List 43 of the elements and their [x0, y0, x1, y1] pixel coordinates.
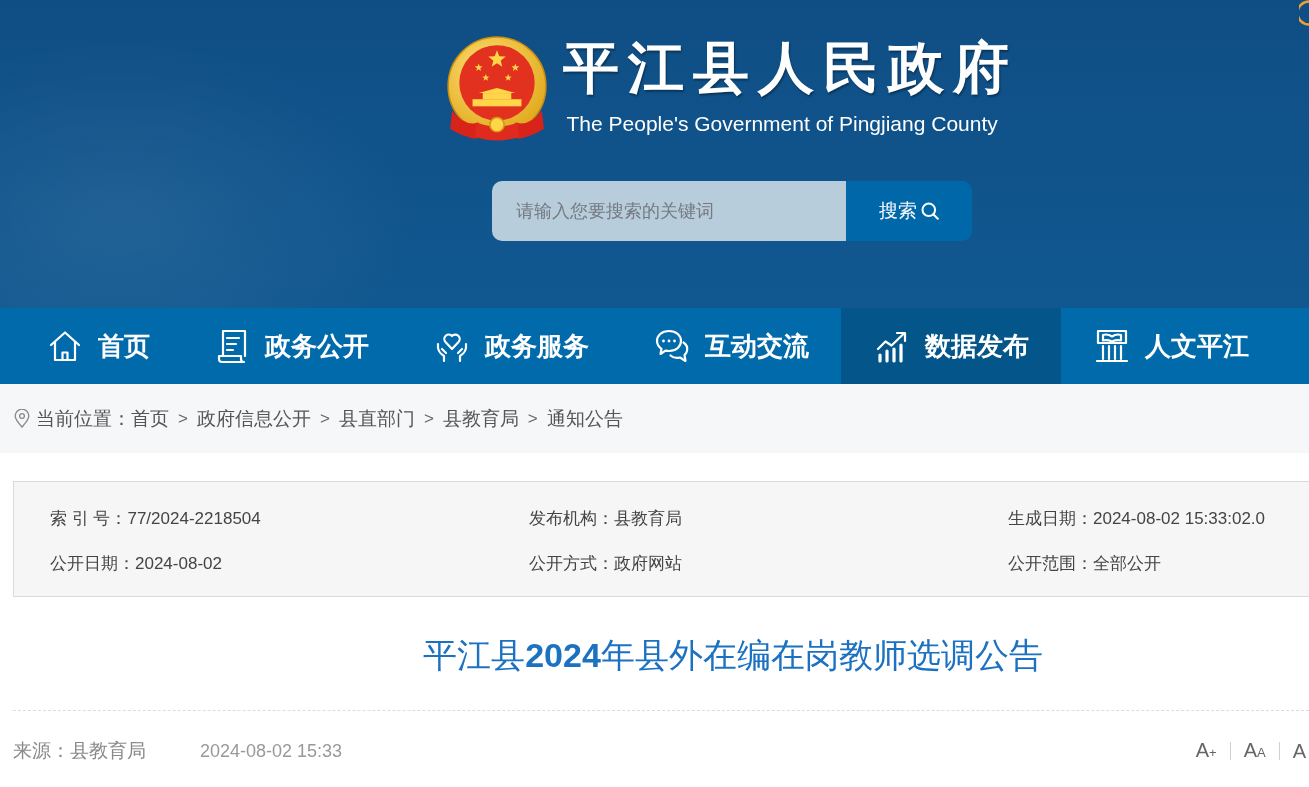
breadcrumb-label: 当前位置：	[36, 406, 131, 431]
breadcrumb-separator: >	[527, 408, 538, 429]
breadcrumb-separator: >	[423, 408, 434, 429]
field-value: 2024-08-02 15:33:02.0	[1093, 508, 1266, 529]
field-label: 生成日期：	[1008, 508, 1093, 530]
breadcrumb-separator: >	[319, 408, 330, 429]
breadcrumb-link[interactable]: 县教育局	[442, 405, 519, 432]
font-default-button[interactable]: AA	[1242, 737, 1267, 765]
location-pin-icon	[14, 409, 30, 428]
nav-tab[interactable]: 政务公开	[181, 308, 401, 384]
book-building-icon	[1094, 328, 1130, 364]
breadcrumb-link[interactable]: 政府信息公开	[196, 405, 311, 432]
field-label: 索 引 号：	[50, 508, 128, 530]
breadcrumb-link[interactable]: 县直部门	[338, 405, 415, 432]
field-value: 政府网站	[614, 553, 682, 575]
field-label: 公开方式：	[529, 553, 614, 575]
nav-tab[interactable]: 首页	[14, 308, 181, 384]
font-smaller-button[interactable]: A	[1291, 739, 1307, 763]
breadcrumb-link[interactable]: 首页	[131, 405, 169, 432]
nav-tab[interactable]: 数据发布	[841, 308, 1061, 384]
nav-tab[interactable]: 人文平江	[1061, 308, 1281, 384]
chat-bubbles-icon	[654, 328, 690, 364]
field-value: 县教育局	[614, 508, 682, 530]
font-larger-button[interactable]: A+	[1194, 737, 1218, 765]
field-value: 2024-08-02	[135, 553, 222, 574]
field-label: 公开范围：	[1008, 553, 1093, 575]
field-value: 77/2024-2218504	[127, 508, 261, 529]
field-label: 发布机构：	[529, 508, 614, 530]
ring-icon	[1299, 0, 1309, 26]
search-button[interactable]: 搜索	[845, 181, 972, 241]
article-date: 2024-08-02 15:33	[200, 740, 343, 762]
breadcrumb-separator: >	[178, 408, 188, 429]
search-field[interactable]: 请输入您要搜索的关键词	[491, 181, 846, 241]
site-subtitle: The People's Government of Pingjiang County	[566, 111, 999, 137]
nav-tab[interactable]: 政务服务	[401, 308, 621, 384]
search-icon	[920, 202, 939, 220]
site-title: 平江县人民政府	[562, 35, 1018, 101]
field-value: 全部公开	[1093, 553, 1161, 575]
field-label: 公开日期：	[50, 553, 135, 575]
article-source: 来源：县教育局	[13, 739, 146, 763]
nav-tab[interactable]: 互动交流	[621, 308, 841, 384]
article-title: 平江县2024年县外在编在岗教师选调公告	[422, 635, 1044, 676]
breadcrumb-link[interactable]: 通知公告	[546, 405, 623, 432]
